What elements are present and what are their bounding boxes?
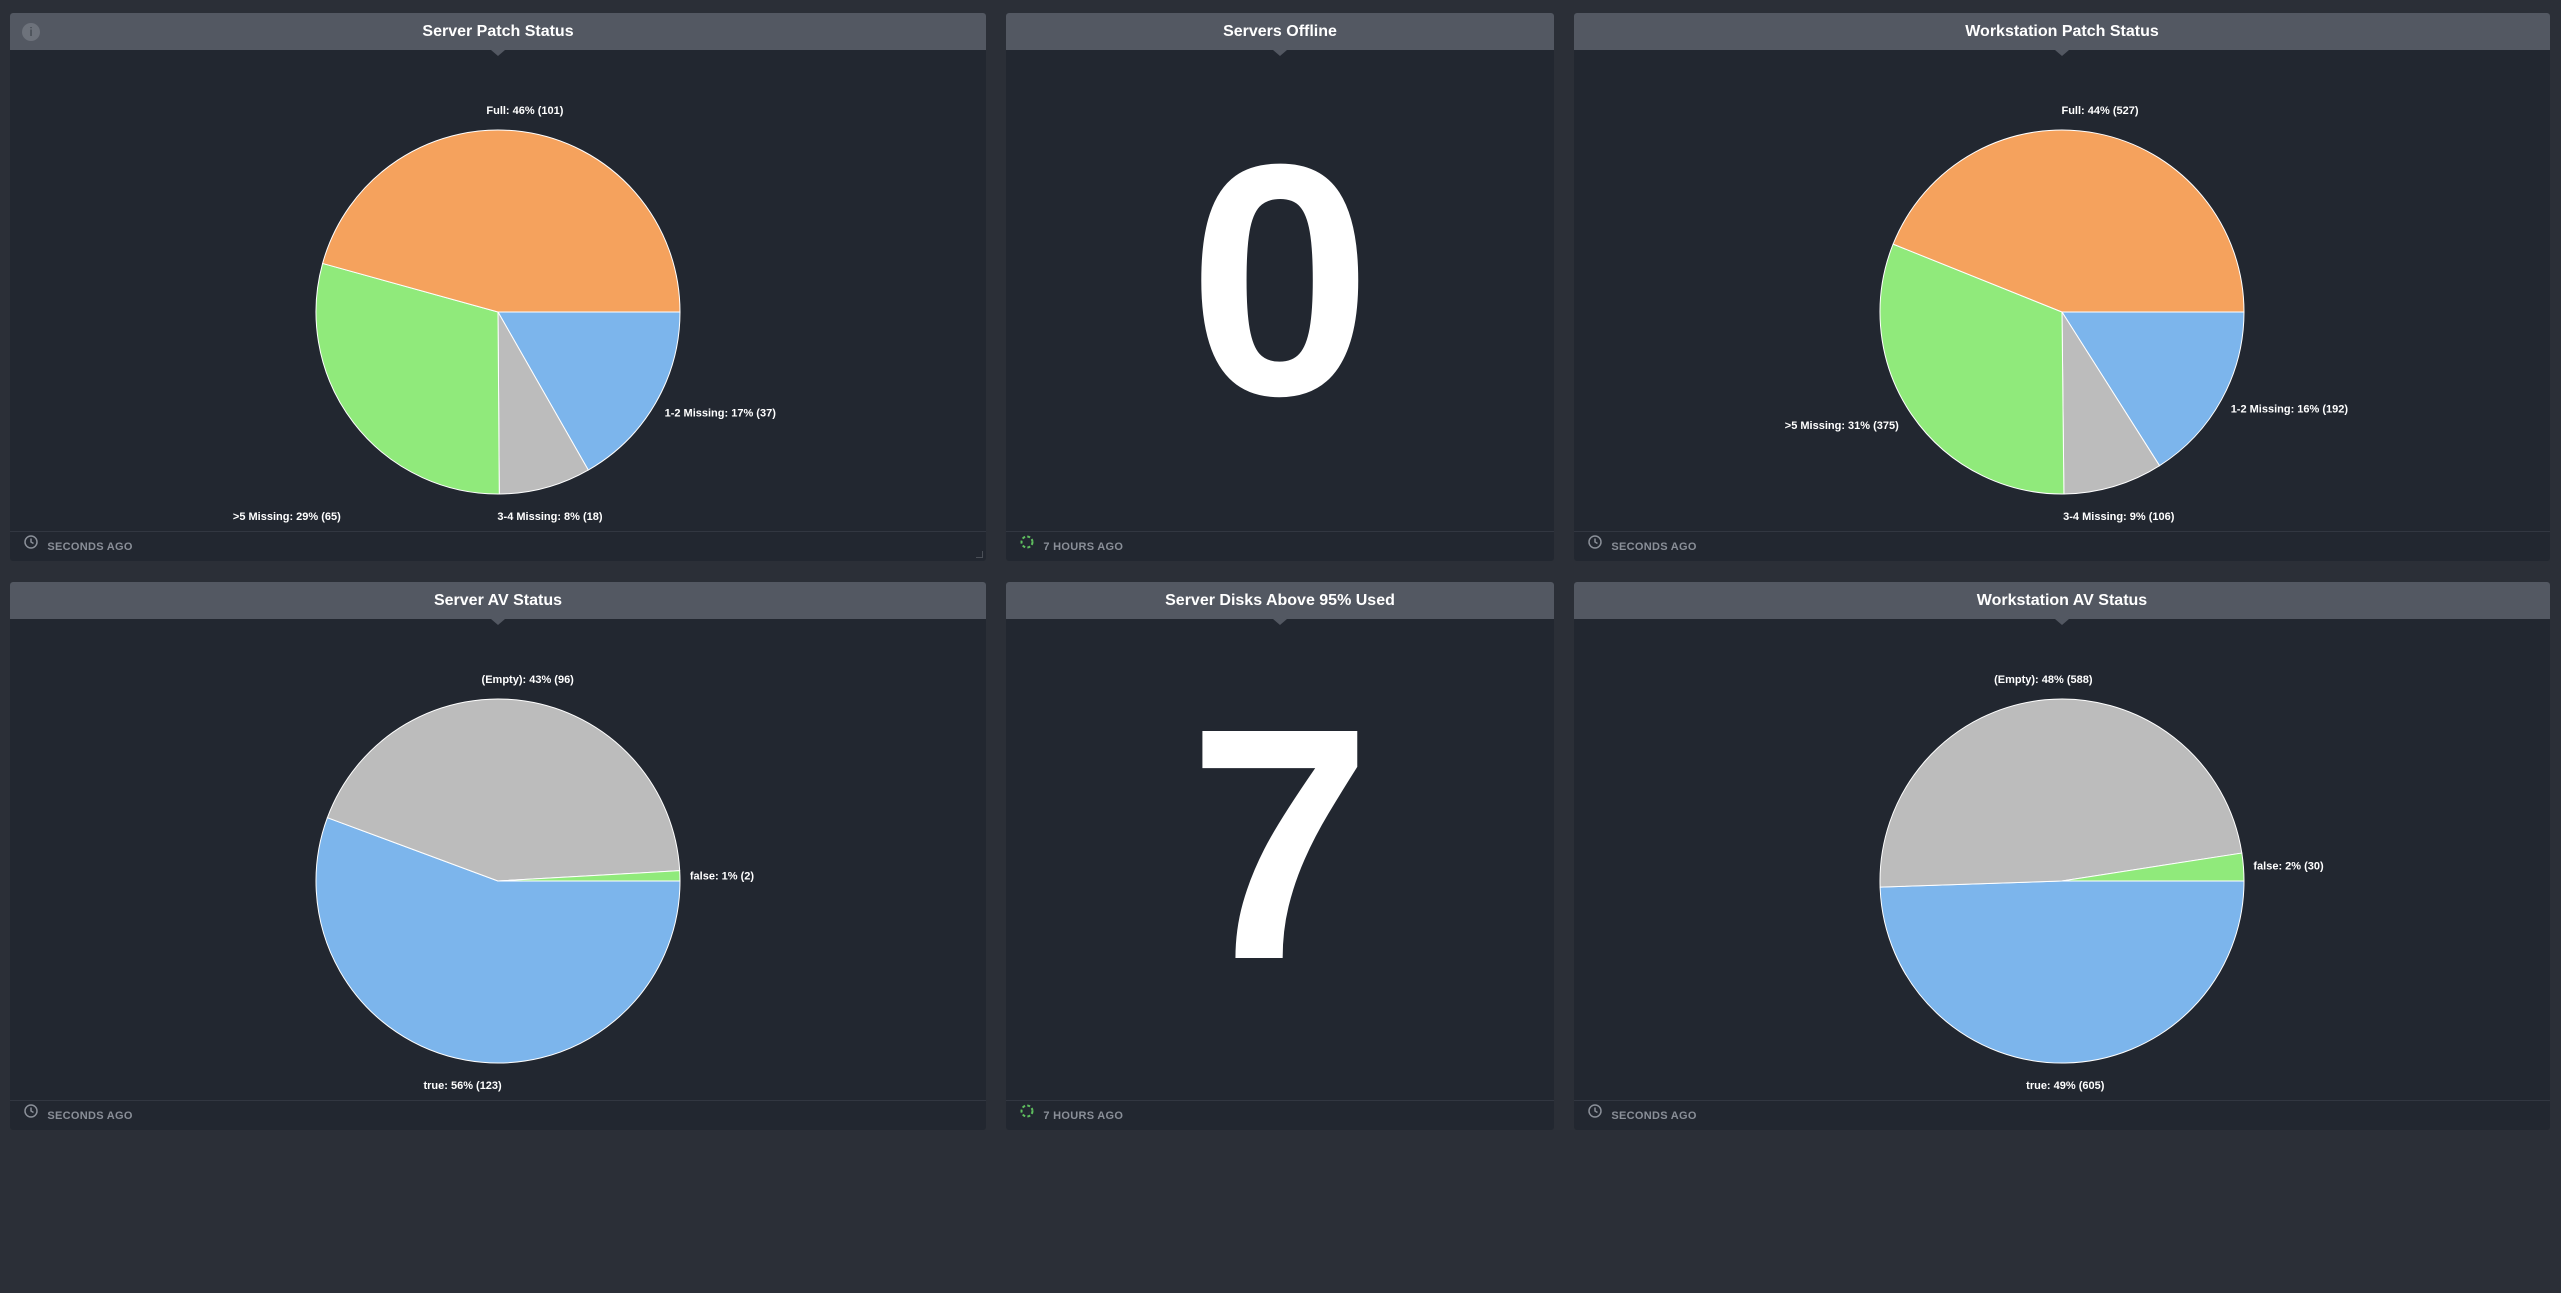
last-updated-text: SECONDS AGO bbox=[1611, 1110, 1697, 1123]
panel-header: Workstation AV Status bbox=[1574, 582, 2550, 625]
panel-header: Servers Offline bbox=[1006, 13, 1554, 56]
metric-value: 0 bbox=[1188, 95, 1372, 464]
clock-icon bbox=[24, 531, 38, 561]
pie-chart: 1-2 Missing: 17% (37) 3-4 Missing: 8% (18… bbox=[10, 50, 986, 531]
metric-body: 7 bbox=[1006, 619, 1554, 1100]
pie-chart-svg: true: 56% (123) (Empty): 43% (96) false: 1… bbox=[315, 674, 755, 1092]
server-patch-status-panel: i Server Patch Status 1-2 Missing: 17% (… bbox=[10, 13, 986, 561]
server-disks-panel: Server Disks Above 95% Used 7 7 HOURS AG… bbox=[1006, 582, 1554, 1130]
slice-label: false: 1% (2) bbox=[690, 870, 755, 882]
clock-icon bbox=[1588, 1100, 1602, 1130]
info-icon[interactable]: i bbox=[22, 23, 40, 41]
pie-chart-svg: 1-2 Missing: 17% (37) 3-4 Missing: 8% (18… bbox=[233, 105, 777, 523]
resize-handle[interactable] bbox=[976, 551, 983, 558]
slice-label: Full: 46% (101) bbox=[486, 105, 563, 117]
slice-label: Full: 44% (527) bbox=[2061, 105, 2138, 117]
panel-header: Server Disks Above 95% Used bbox=[1006, 582, 1554, 625]
pie-chart-svg: true: 49% (605) (Empty): 48% (588) false: … bbox=[1879, 674, 2324, 1092]
slice-label: true: 56% (123) bbox=[423, 1080, 502, 1092]
panel-header: i Server Patch Status bbox=[10, 13, 986, 56]
panel-footer: SECONDS AGO bbox=[10, 1100, 986, 1130]
refresh-spinner-icon bbox=[1020, 531, 1034, 561]
last-updated-text: 7 HOURS AGO bbox=[1043, 541, 1124, 554]
slice-label: (Empty): 43% (96) bbox=[482, 674, 575, 686]
pie-slice[interactable] bbox=[1879, 698, 2243, 888]
pie-chart: 1-2 Missing: 16% (192) 3-4 Missing: 9% (1… bbox=[1574, 50, 2550, 531]
panel-footer: SECONDS AGO bbox=[1574, 1100, 2550, 1130]
panel-title: Server AV Status bbox=[433, 592, 563, 609]
workstation-av-status-panel: Workstation AV Status true: 49% (605) (Em… bbox=[1574, 582, 2550, 1130]
panel-footer: SECONDS AGO bbox=[1574, 531, 2550, 561]
slice-label: (Empty): 48% (588) bbox=[1994, 674, 2093, 686]
clock-icon bbox=[24, 1100, 38, 1130]
slice-label: true: 49% (605) bbox=[2026, 1080, 2105, 1092]
pie-chart-svg: 1-2 Missing: 16% (192) 3-4 Missing: 9% (1… bbox=[1785, 105, 2349, 523]
panel-footer: 7 HOURS AGO bbox=[1006, 531, 1554, 561]
slice-label: 1-2 Missing: 16% (192) bbox=[2231, 403, 2349, 415]
last-updated-text: SECONDS AGO bbox=[1611, 541, 1697, 554]
panel-header: Workstation Patch Status bbox=[1574, 13, 2550, 56]
last-updated-text: SECONDS AGO bbox=[47, 541, 133, 554]
panel-footer: 7 HOURS AGO bbox=[1006, 1100, 1554, 1130]
slice-label: 1-2 Missing: 17% (37) bbox=[665, 407, 777, 419]
servers-offline-panel: Servers Offline 0 7 HOURS AGO bbox=[1006, 13, 1554, 561]
panel-title: Workstation Patch Status bbox=[1965, 23, 2159, 40]
panel-title: Server Disks Above 95% Used bbox=[1165, 592, 1395, 609]
server-av-status-panel: Server AV Status true: 56% (123) (Empty):… bbox=[10, 582, 986, 1130]
slice-label: false: 2% (30) bbox=[2253, 861, 2324, 873]
panel-header: Server AV Status bbox=[10, 582, 986, 625]
metric-body: 0 bbox=[1006, 50, 1554, 531]
slice-label: >5 Missing: 31% (375) bbox=[1785, 420, 1899, 432]
slice-label: 3-4 Missing: 8% (18) bbox=[497, 511, 602, 523]
refresh-spinner-icon bbox=[1020, 1100, 1034, 1130]
last-updated-text: 7 HOURS AGO bbox=[1043, 1110, 1124, 1123]
panel-title: Workstation AV Status bbox=[1976, 592, 2148, 609]
panel-footer: SECONDS AGO bbox=[10, 531, 986, 561]
metric-value: 7 bbox=[1188, 659, 1372, 1028]
pie-slice[interactable] bbox=[1879, 880, 2245, 1064]
pie-chart: true: 49% (605) (Empty): 48% (588) false: … bbox=[1574, 619, 2550, 1100]
workstation-patch-status-panel: Workstation Patch Status 1-2 Missing: 16… bbox=[1574, 13, 2550, 561]
pie-chart: true: 56% (123) (Empty): 43% (96) false: 1… bbox=[10, 619, 986, 1100]
slice-label: 3-4 Missing: 9% (106) bbox=[2063, 511, 2175, 523]
slice-label: >5 Missing: 29% (65) bbox=[233, 511, 341, 523]
clock-icon bbox=[1588, 531, 1602, 561]
panel-title: Servers Offline bbox=[1223, 23, 1337, 40]
last-updated-text: SECONDS AGO bbox=[47, 1110, 133, 1123]
panel-title: Server Patch Status bbox=[422, 23, 574, 40]
